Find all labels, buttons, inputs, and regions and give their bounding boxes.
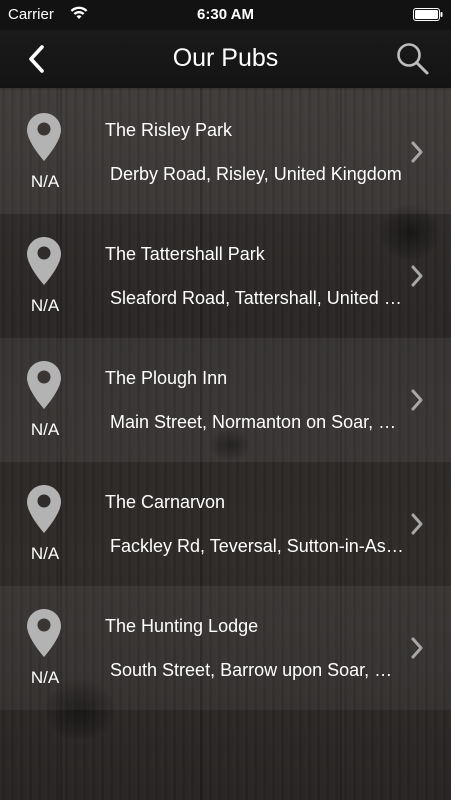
map-pin-icon [27, 485, 61, 533]
page-title: Our Pubs [172, 44, 279, 72]
pub-address: Sleaford Road, Tattershall, United Kingd… [110, 288, 405, 308]
map-pin-icon [27, 361, 61, 409]
pub-list-item[interactable]: N/A The Tattershall Park Sleaford Road, … [0, 214, 451, 338]
map-pin-icon [27, 609, 61, 657]
distance-label: N/A [30, 668, 60, 687]
pub-name: The Risley Park [105, 120, 233, 140]
pub-name: The Hunting Lodge [105, 616, 259, 636]
distance-label: N/A [30, 296, 60, 315]
chevron-right-icon [411, 389, 423, 411]
pub-address: Fackley Rd, Teversal, Sutton-in-Ashfield… [110, 536, 405, 556]
map-pin-icon [27, 237, 61, 285]
map-pin-icon [27, 113, 61, 161]
chevron-right-icon [411, 513, 423, 535]
distance-label: N/A [30, 172, 60, 191]
pub-address: South Street, Barrow upon Soar, United K… [110, 660, 405, 680]
pub-list-item[interactable]: N/A The Hunting Lodge South Street, Barr… [0, 586, 451, 710]
pub-list-item[interactable]: N/A The Risley Park Derby Road, Risley, … [0, 90, 451, 214]
status-bar: Carrier 6:30 AM [0, 0, 451, 30]
pub-list: N/A The Risley Park Derby Road, Risley, … [0, 90, 451, 710]
search-button[interactable] [395, 41, 431, 77]
battery-icon [413, 8, 443, 21]
clock: 6:30 AM [197, 6, 254, 23]
pub-name: The Plough Inn [105, 368, 228, 388]
search-icon [397, 43, 429, 75]
pub-list-item[interactable]: N/A The Carnarvon Fackley Rd, Teversal, … [0, 462, 451, 586]
distance-label: N/A [30, 544, 60, 563]
pub-address: Main Street, Normanton on Soar, United K… [110, 412, 405, 432]
pub-name: The Tattershall Park [105, 244, 265, 264]
navigation-bar: Our Pubs [0, 30, 451, 88]
chevron-right-icon [411, 141, 423, 163]
chevron-right-icon [411, 637, 423, 659]
pub-address: Derby Road, Risley, United Kingdom [110, 164, 402, 184]
distance-label: N/A [30, 420, 60, 439]
pub-name: The Carnarvon [105, 492, 226, 512]
pub-list-item[interactable]: N/A The Plough Inn Main Street, Normanto… [0, 338, 451, 462]
chevron-right-icon [411, 265, 423, 287]
